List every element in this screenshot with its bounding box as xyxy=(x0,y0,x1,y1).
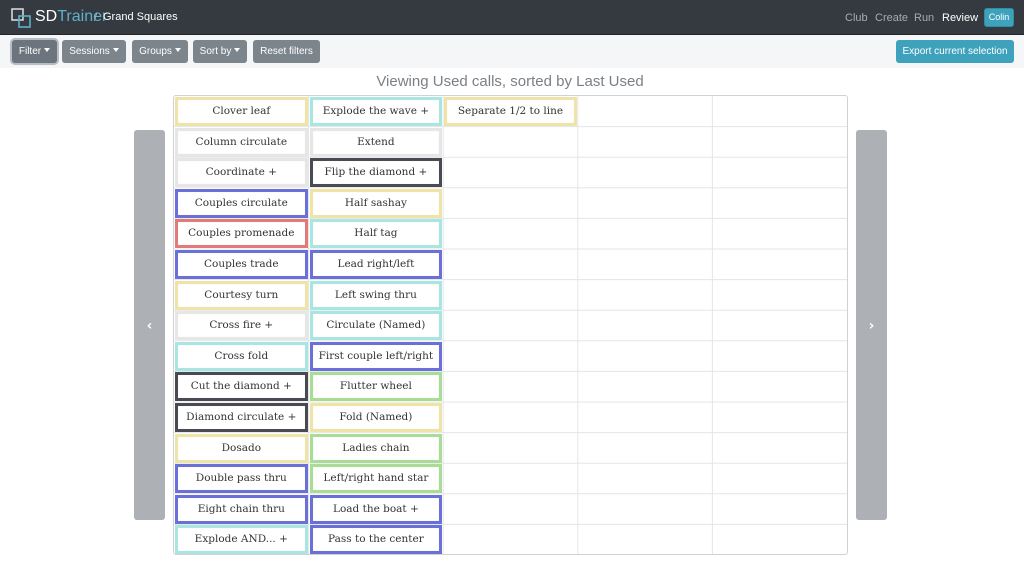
call-cell[interactable]: Fold (Named) xyxy=(309,403,443,432)
reset-filters-button[interactable]: Reset filters xyxy=(253,40,320,63)
nav-link-review[interactable]: Review xyxy=(942,12,978,24)
call-cell[interactable]: Clover leaf xyxy=(175,97,308,126)
sort-by-label: Sort by xyxy=(199,46,232,57)
call-cell[interactable]: Explode AND... + xyxy=(175,525,308,555)
caret-down-icon xyxy=(234,48,241,52)
filter-label: Filter xyxy=(18,46,42,57)
groups-label: Groups xyxy=(139,46,172,57)
call-cell[interactable]: Column circulate xyxy=(175,127,308,157)
groups-dropdown-button[interactable]: Groups xyxy=(132,40,188,63)
chevron-left-icon: ‹ xyxy=(146,318,153,334)
call-cell[interactable]: Half sashay xyxy=(309,188,443,218)
previous-page-button[interactable]: ‹ xyxy=(134,130,165,520)
nav-link-club[interactable]: Club xyxy=(845,12,868,24)
brand-trainer-text: Trainer xyxy=(57,8,108,25)
user-menu-button[interactable]: Colin xyxy=(984,8,1014,27)
breadcrumb-separator: / xyxy=(94,10,98,24)
call-cell[interactable]: Left/right hand star xyxy=(309,464,443,494)
caret-down-icon xyxy=(112,48,119,52)
call-cell[interactable]: Load the boat + xyxy=(309,494,443,524)
call-cell[interactable]: Explode the wave + xyxy=(309,97,443,126)
view-heading: Viewing Used calls, sorted by Last Used xyxy=(376,73,644,90)
call-cell[interactable]: First couple left/right xyxy=(309,341,443,371)
sort-by-dropdown-button[interactable]: Sort by xyxy=(193,40,247,63)
call-cell[interactable]: Couples promenade xyxy=(175,219,308,249)
call-cell[interactable]: Cross fire + xyxy=(175,311,308,341)
call-cell[interactable]: Couples circulate xyxy=(175,188,308,218)
next-page-button[interactable]: › xyxy=(856,130,887,520)
call-cell[interactable]: Separate 1/2 to line xyxy=(444,97,577,126)
sessions-dropdown-button[interactable]: Sessions xyxy=(62,40,126,63)
call-cell[interactable]: Half tag xyxy=(309,219,443,249)
calls-grid: Clover leaf Column circulate Coordinate + C… xyxy=(173,95,848,555)
call-cell[interactable]: Circulate (Named) xyxy=(309,311,443,341)
brand-sd-text: SD xyxy=(35,8,58,25)
call-cell[interactable]: Extend xyxy=(309,127,443,157)
export-selection-button[interactable]: Export current selection xyxy=(896,40,1014,63)
call-cell[interactable]: Diamond circulate + xyxy=(175,403,308,432)
nav-link-run[interactable]: Run xyxy=(914,12,934,24)
filter-toolbar: Filter Sessions Groups Sort by Reset fil… xyxy=(0,35,1024,68)
call-cell[interactable]: Cross fold xyxy=(175,341,308,371)
call-cell[interactable]: Lead right/left xyxy=(309,250,443,279)
call-cell[interactable]: Ladies chain xyxy=(309,433,443,463)
caret-down-icon xyxy=(44,48,51,52)
call-cell[interactable]: Courtesy turn xyxy=(175,280,308,310)
call-cell[interactable]: Left swing thru xyxy=(309,280,443,310)
call-cell[interactable]: Double pass thru xyxy=(175,464,308,494)
call-cell[interactable]: Couples trade xyxy=(175,250,308,279)
sessions-label: Sessions xyxy=(69,46,110,57)
call-cell[interactable]: Pass to the center xyxy=(309,525,443,555)
chevron-right-icon: › xyxy=(868,318,875,334)
call-cell[interactable]: Cut the diamond + xyxy=(175,372,308,402)
call-cell[interactable]: Coordinate + xyxy=(175,158,308,188)
breadcrumb-page-name[interactable]: Grand Squares xyxy=(103,11,178,23)
top-navbar: SDTrainer / Grand Squares Club Create Ru… xyxy=(0,0,1024,35)
call-cell[interactable]: Eight chain thru xyxy=(175,494,308,524)
call-cell[interactable]: Flutter wheel xyxy=(309,372,443,402)
filter-dropdown-button[interactable]: Filter xyxy=(12,40,57,63)
caret-down-icon xyxy=(174,48,181,52)
call-cell[interactable]: Flip the diamond + xyxy=(309,158,443,188)
sdtrainer-logo-icon[interactable] xyxy=(11,8,31,28)
nav-link-create[interactable]: Create xyxy=(875,12,908,24)
call-cell[interactable]: Dosado xyxy=(175,433,308,463)
